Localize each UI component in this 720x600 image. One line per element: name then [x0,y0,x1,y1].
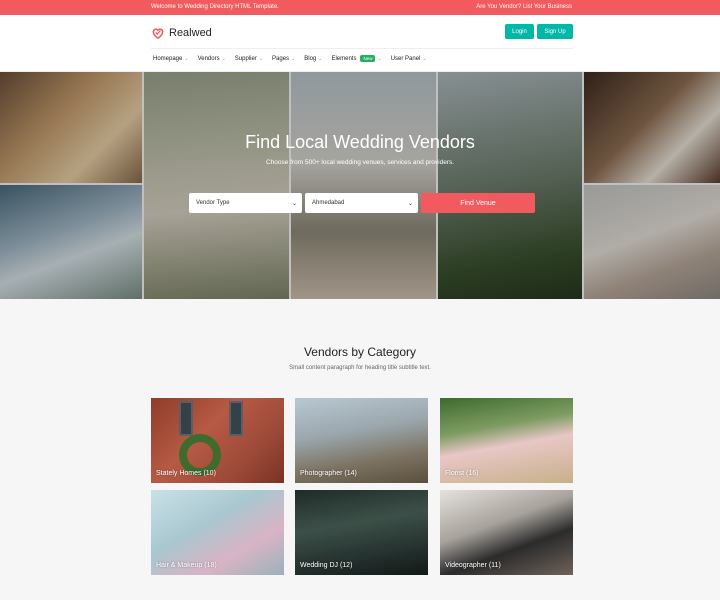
welcome-text: Welcome to Wedding Directory HTML Templa… [151,4,279,10]
category-label: Stately Homes (10) [156,470,216,477]
nav-item-vendors[interactable]: Vendors ⌄ [198,56,226,62]
chevron-down-icon: ⌄ [291,55,296,62]
brand-logo[interactable]: Realwed [151,26,212,40]
section-subtitle: Small content paragraph for heading titl… [289,365,431,371]
nav-item-user-panel[interactable]: User Panel ⌄ [391,56,427,62]
site-header: Realwed Login Sign Up Homepage ⌄ Vendors… [0,15,720,72]
header-divider [151,48,573,49]
vendor-type-select[interactable]: Vendor Type ⌄ [189,193,302,213]
nav-item-label: User Panel [390,55,421,62]
chevron-down-icon: ⌄ [318,55,323,62]
nav-item-label: Pages [272,55,290,62]
nav-item-label: Supplier [234,55,257,62]
category-card-florist[interactable]: Florist (16) [440,398,573,483]
hero-overlay [0,72,720,299]
category-card-photographer[interactable]: Photographer (14) [295,398,428,483]
main-nav: Homepage ⌄ Vendors ⌄ Supplier ⌄ Pages ⌄ … [153,55,427,62]
chevron-down-icon: ⌄ [291,200,297,207]
nav-item-label: Blog [304,55,317,62]
chevron-down-icon: ⌄ [407,200,413,207]
chevron-down-icon: ⌄ [377,55,382,62]
hero-subtitle: Choose from 500+ local wedding venues, s… [265,159,455,166]
city-select[interactable]: Ahmedabad ⌄ [305,193,418,213]
window-decoration [229,401,243,436]
chevron-down-icon: ⌄ [221,55,226,62]
nav-item-label: Vendors [197,55,220,62]
chevron-down-icon: ⌄ [184,55,189,62]
category-card-stately-homes[interactable]: Stately Homes (10) [151,398,284,483]
nav-item-label: Elements [331,55,357,62]
nav-item-elements[interactable]: Elements New ⌄ [331,55,382,62]
chevron-down-icon: ⌄ [258,55,264,62]
brand-name: Realwed [169,27,212,39]
vendor-type-value: Vendor Type [196,200,230,206]
nav-item-homepage[interactable]: Homepage ⌄ [153,56,189,62]
nav-item-blog[interactable]: Blog ⌄ [304,56,322,62]
category-card-videographer[interactable]: Videographer (11) [440,490,573,575]
find-venue-button[interactable]: Find Venue [421,193,535,213]
hero-section: Find Local Wedding Vendors Choose from 5… [0,72,720,299]
top-bar: Welcome to Wedding Directory HTML Templa… [0,0,720,15]
heart-logo-icon [152,28,164,40]
city-value: Ahmedabad [312,200,345,206]
category-label: Wedding DJ (12) [300,562,353,569]
chevron-down-icon: ⌄ [422,55,427,62]
new-badge: New [360,55,376,62]
category-label: Photographer (14) [300,470,357,477]
signup-button[interactable]: Sign Up [537,24,573,39]
category-label: Videographer (11) [445,562,501,569]
section-title: Vendors by Category [303,345,417,359]
vendor-cta-link[interactable]: Are You Vendor? List Your Business [476,4,572,10]
window-decoration [179,401,193,436]
category-card-hair-makeup[interactable]: Hair & Makeup (18) [151,490,284,575]
category-label: Florist (16) [445,470,479,477]
nav-item-label: Homepage [153,55,183,62]
category-card-wedding-dj[interactable]: Wedding DJ (12) [295,490,428,575]
category-label: Hair & Makeup (18) [156,562,217,569]
hero-title: Find Local Wedding Vendors [245,132,475,152]
login-button[interactable]: Login [505,24,534,39]
nav-item-supplier[interactable]: Supplier ⌄ [235,56,263,62]
nav-item-pages[interactable]: Pages ⌄ [272,56,295,62]
